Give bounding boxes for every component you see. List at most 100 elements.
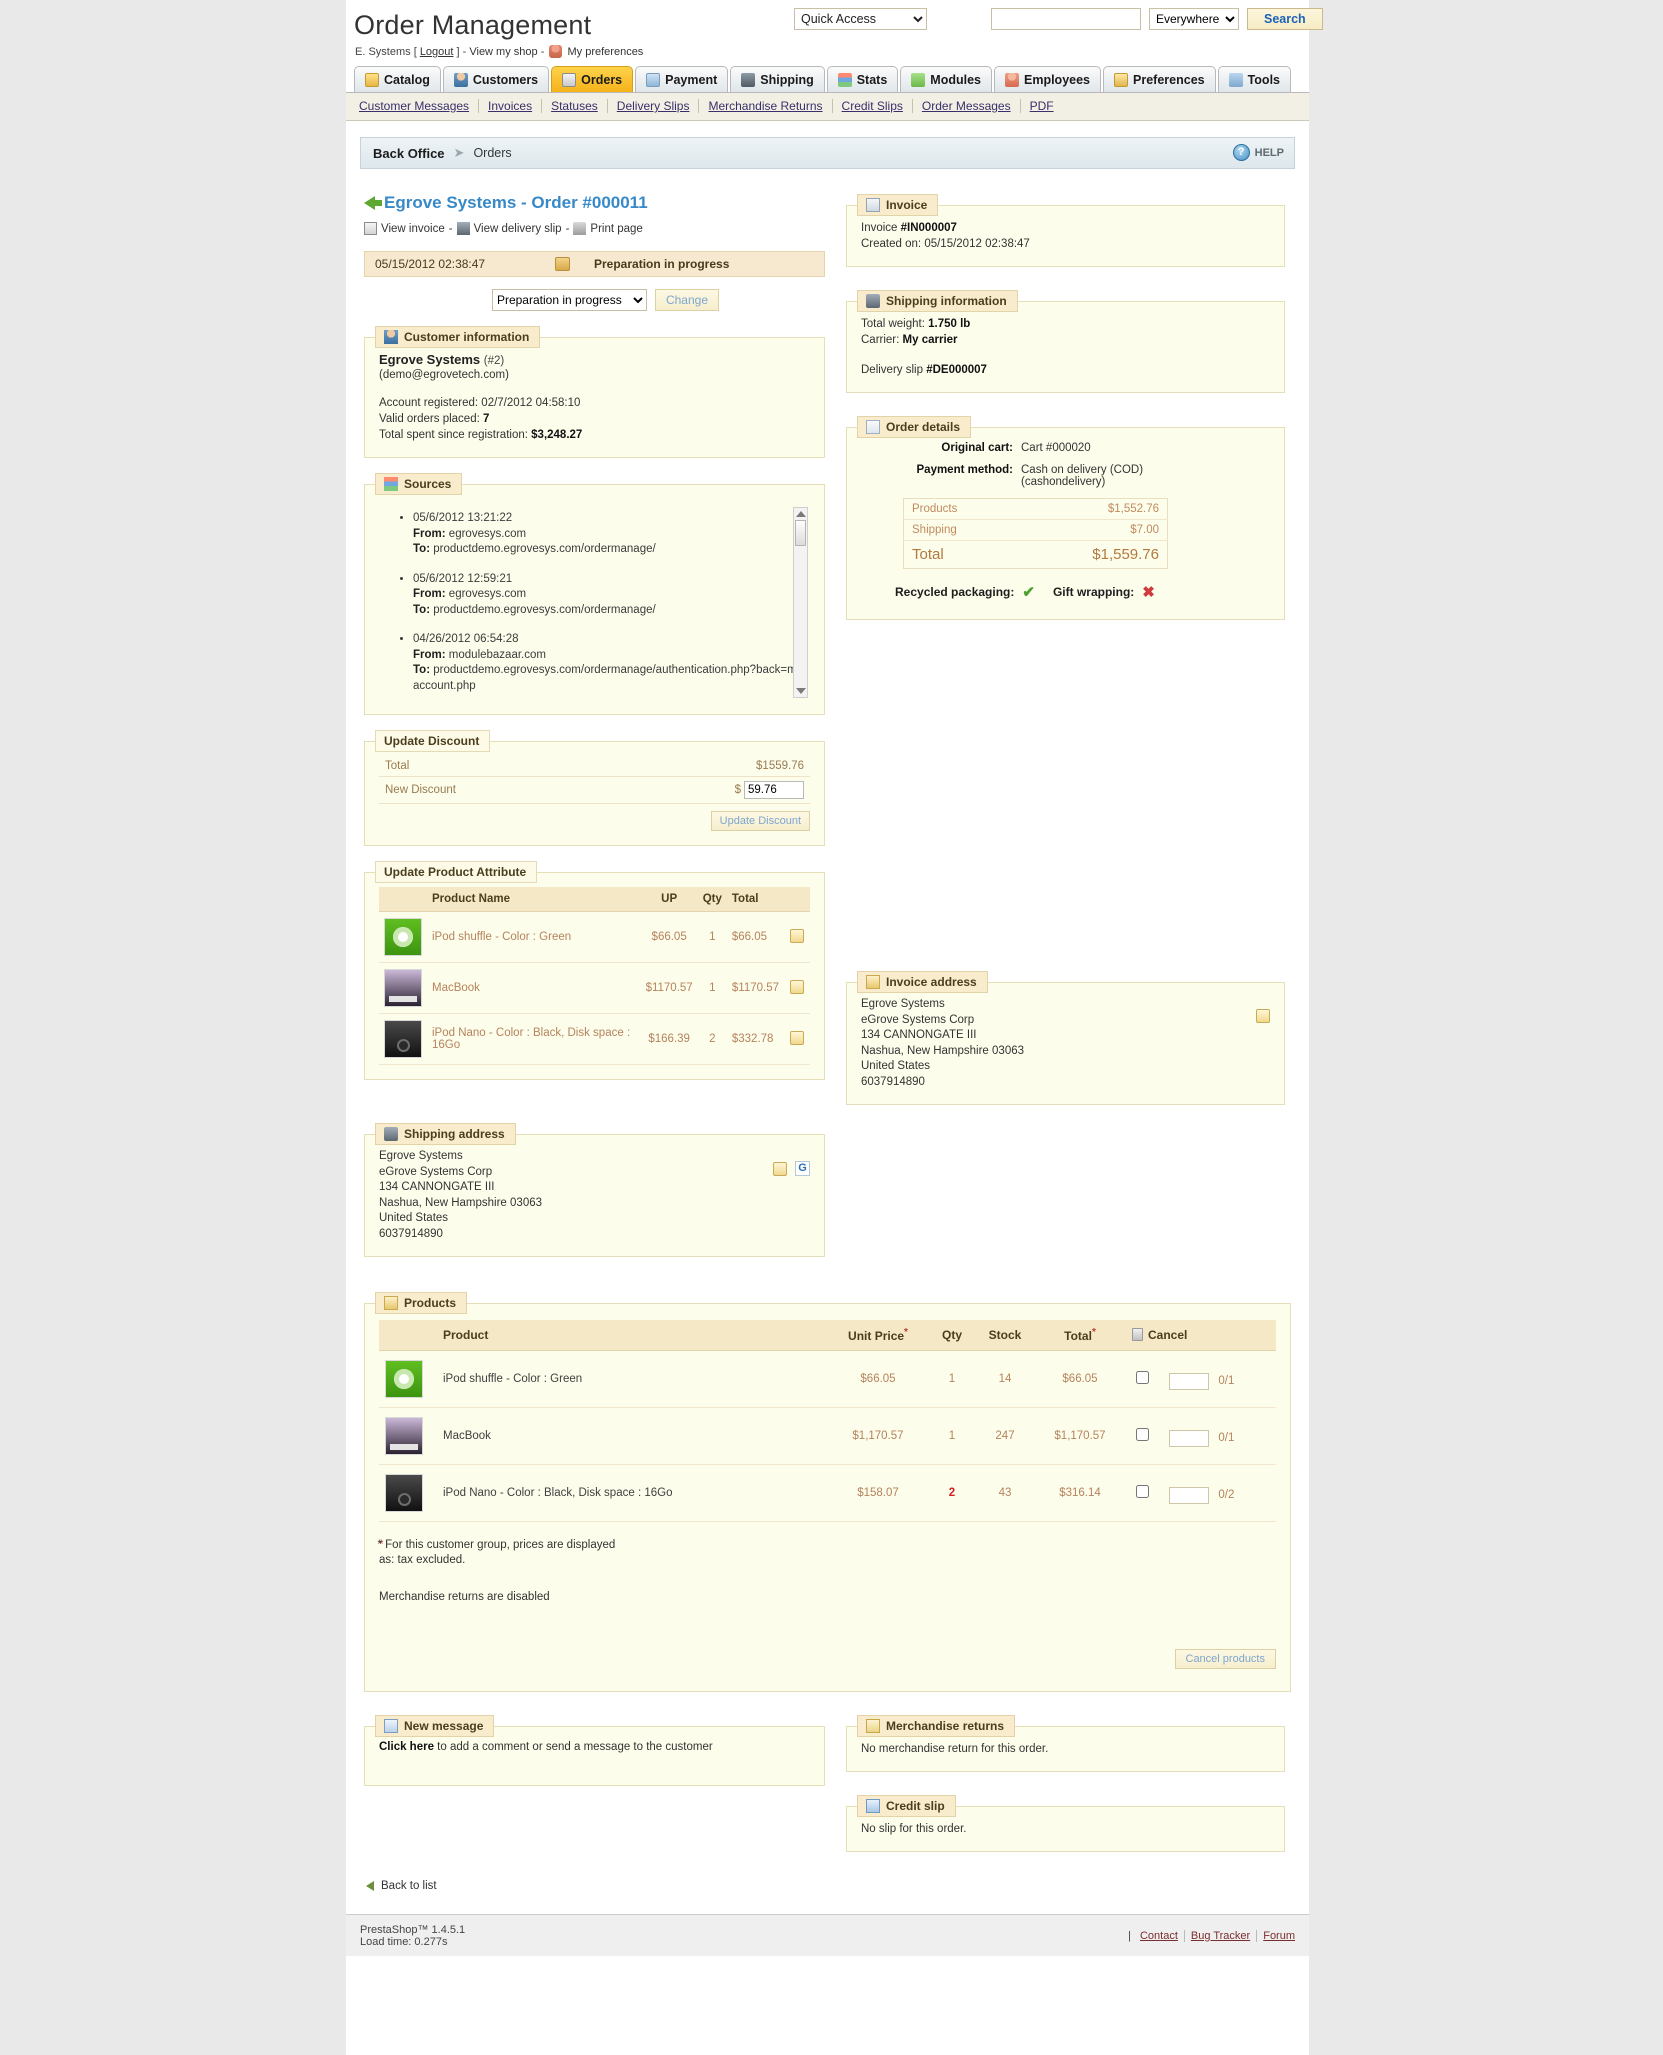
sources-scrollbar[interactable] [793,507,808,698]
tab-employees[interactable]: Employees [994,66,1102,92]
preferences-icon [1114,72,1129,87]
payment-method-label: Payment method: [916,464,1014,476]
help-button[interactable]: ? HELP [1232,144,1284,161]
original-cart-row: Original cart: Cart #000020 [861,442,1270,454]
cancel-products-button[interactable]: Cancel products [1174,1649,1276,1669]
order-title-row[interactable]: Egrove Systems - Order #000011 [364,193,825,213]
tab-modules[interactable]: Modules [900,66,992,92]
cancel-qty-input[interactable] [1169,1429,1210,1447]
edit-icon[interactable] [773,1161,787,1176]
footer-bug-tracker-link[interactable]: Bug Tracker [1184,1929,1258,1942]
google-map-icon[interactable]: G [795,1161,810,1176]
shipping-icon [741,72,756,87]
customer-name[interactable]: Egrove Systems [379,352,480,367]
scrollbar-thumb[interactable] [795,520,806,546]
registered-label: Account registered: [379,397,479,409]
quick-access-select[interactable]: Quick Access [794,8,927,30]
product-thumbnail-cell [379,911,427,963]
tab-orders[interactable]: Orders [551,66,634,92]
original-cart-value[interactable]: Cart #000020 [1021,442,1270,454]
source-to-row: To: productdemo.egrovesys.com/ordermanag… [413,542,810,558]
tools-icon [1228,72,1243,87]
page-header: Order Management E. Systems [ Logout ] -… [346,0,1323,92]
tab-catalog[interactable]: Catalog [354,66,441,92]
back-arrow-icon[interactable] [364,196,382,210]
cancel-checkbox[interactable] [1136,1485,1149,1499]
view-invoice-link[interactable]: View invoice [381,223,445,235]
box-icon [384,1296,398,1310]
trash-icon [1132,1328,1143,1341]
source-from-row: From: modulebazaar.com [413,648,810,664]
cancel-ratio: 0/1 [1218,1375,1235,1388]
scroll-up-icon[interactable] [796,511,806,517]
subnav-invoices[interactable]: Invoices [479,99,543,113]
source-from-row: From: egrovesys.com [413,527,810,543]
qty-cell: 1 [928,1407,976,1465]
edit-cell[interactable] [784,962,810,1014]
edit-icon[interactable] [790,928,804,943]
invoice-legend: Invoice [857,194,939,216]
order-total-value: $1,559.76 [1092,546,1159,563]
footer-contact-link[interactable]: Contact [1133,1929,1185,1942]
tab-shipping[interactable]: Shipping [730,66,825,92]
tab-tools[interactable]: Tools [1217,66,1291,92]
orders-icon [562,72,577,87]
slip-icon [866,1799,880,1813]
qty-cell: 1 [697,911,727,963]
qty-cell: 2 [697,1013,727,1065]
sources-scroll-area[interactable]: 05/6/2012 13:21:22 From: egrovesys.com T… [379,505,810,700]
source-from-row: From: egrovesys.com [413,587,810,603]
source-from: egrovesys.com [448,588,527,600]
sources-list: 05/6/2012 13:21:22 From: egrovesys.com T… [379,505,810,694]
footer-forum-link[interactable]: Forum [1257,1930,1295,1942]
back-to-list[interactable]: Back to list [360,1852,1295,1892]
tab-customers[interactable]: Customers [442,66,550,92]
scroll-down-icon[interactable] [796,688,806,694]
edit-icon[interactable] [1256,1009,1270,1023]
product-name-cell: MacBook [437,1407,828,1465]
macbook-thumb [384,969,422,1007]
tab-payment[interactable]: Payment [635,66,729,92]
product-name-cell: iPod shuffle - Color : Green [427,911,641,963]
my-preferences-link[interactable]: My preferences [568,46,644,58]
source-to-row: To: productdemo.egrovesys.com/ordermanag… [413,663,810,694]
subnav-customer-messages[interactable]: Customer Messages [356,99,480,113]
quick-access-container: Quick Access [794,8,927,30]
view-delivery-slip-link[interactable]: View delivery slip [474,223,562,235]
view-shop-link[interactable]: View my shop [469,46,537,58]
cancel-qty-input[interactable] [1169,1372,1210,1390]
subnav-delivery-slips[interactable]: Delivery Slips [607,99,700,113]
unit-price-cell: $166.39 [640,1013,698,1065]
invoice-address-legend: Invoice address [857,971,988,993]
address-line: 134 CANNONGATE III [861,1029,977,1041]
new-message-link[interactable]: Click here [379,1741,434,1753]
subnav-credit-slips[interactable]: Credit Slips [832,99,913,113]
print-page-link[interactable]: Print page [590,223,642,235]
link-separator: - [565,222,570,235]
search-scope-select[interactable]: Everywhere [1149,8,1239,30]
order-status-select[interactable]: Preparation in progress [491,289,647,311]
change-status-button[interactable]: Change [654,289,719,311]
edit-icon[interactable] [790,979,804,994]
edit-icon[interactable] [790,1030,804,1045]
subnav-order-messages[interactable]: Order Messages [912,99,1021,113]
logout-link[interactable]: Logout [420,46,454,58]
cancel-checkbox[interactable] [1136,1371,1149,1385]
breadcrumb-root[interactable]: Back Office [373,146,445,161]
search-button[interactable]: Search [1247,8,1323,30]
tab-preferences[interactable]: Preferences [1103,66,1216,92]
search-input[interactable] [991,8,1141,30]
cancel-qty-input[interactable] [1169,1486,1210,1504]
edit-cell[interactable] [784,911,810,963]
subnav-merchandise-returns[interactable]: Merchandise Returns [699,99,833,113]
source-from: egrovesys.com [448,527,527,540]
cancel-checkbox[interactable] [1136,1428,1149,1442]
update-discount-button[interactable]: Update Discount [710,811,810,831]
subnav-pdf[interactable]: PDF [1021,99,1063,113]
new-discount-input[interactable] [744,781,804,799]
edit-cell[interactable] [784,1013,810,1065]
tab-stats[interactable]: Stats [826,66,899,92]
subnav-statuses[interactable]: Statuses [542,99,608,113]
product-thumbnail-cell [379,1407,437,1465]
total-cell: $1170.57 [726,962,784,1014]
